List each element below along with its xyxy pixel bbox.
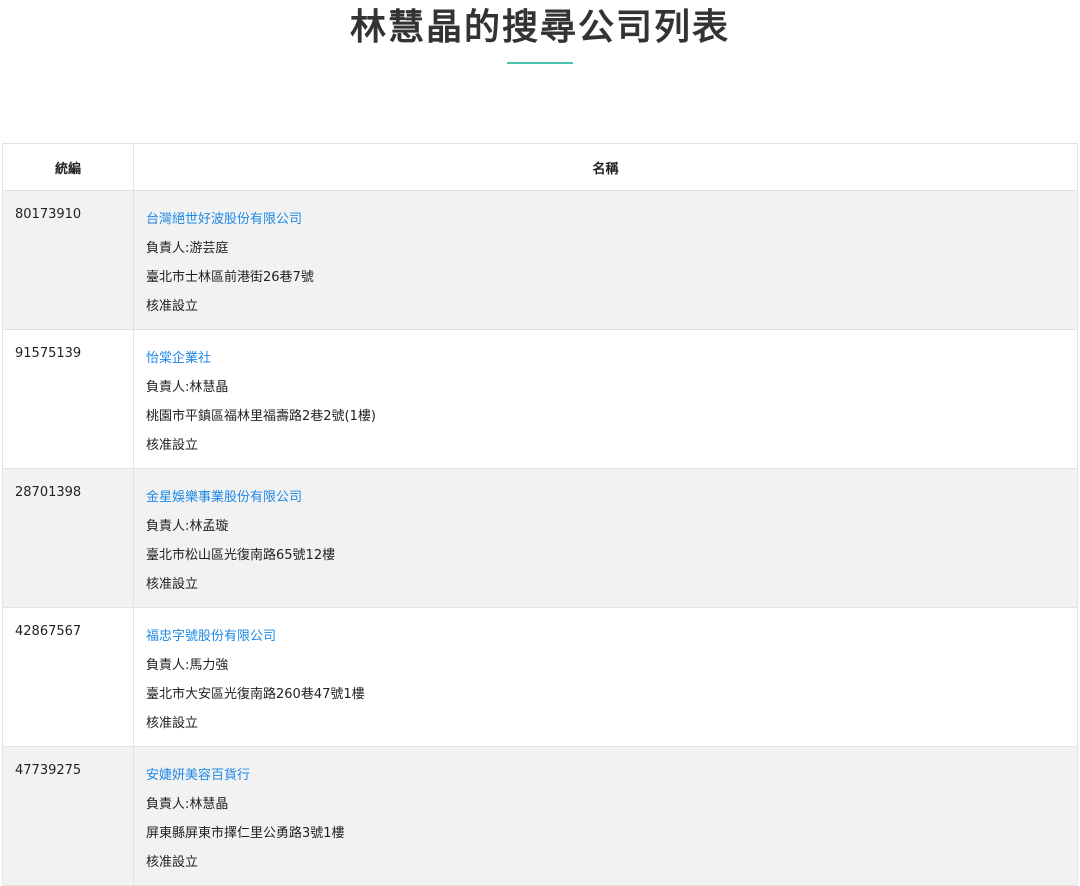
- company-name-link[interactable]: 安婕妍美容百貨行: [146, 767, 1065, 785]
- tax-id-cell: 91575139: [2, 329, 134, 469]
- company-table-container: 統編 名稱 80173910 台灣絕世好波股份有限公司 負責人:游芸庭 臺北市士…: [2, 143, 1078, 886]
- responsible-person: 負責人:林慧晶: [146, 797, 229, 812]
- tax-id-cell: 42867567: [2, 607, 134, 747]
- tax-id: 28701398: [15, 485, 82, 500]
- company-cell: 福忠字號股份有限公司 負責人:馬力強 臺北市大安區光復南路260巷47號1樓 核…: [133, 607, 1078, 747]
- company-cell: 安婕妍美容百貨行 負責人:林慧晶 屏東縣屏東市擇仁里公勇路3號1樓 核准設立: [133, 746, 1078, 886]
- company-table: 統編 名稱 80173910 台灣絕世好波股份有限公司 負責人:游芸庭 臺北市士…: [2, 143, 1078, 886]
- tax-id: 47739275: [15, 763, 82, 778]
- company-address: 屏東縣屏東市擇仁里公勇路3號1樓: [146, 826, 345, 841]
- company-status: 核准設立: [146, 299, 199, 314]
- company-status: 核准設立: [146, 855, 199, 870]
- company-status: 核准設立: [146, 577, 199, 592]
- table-row: 80173910 台灣絕世好波股份有限公司 負責人:游芸庭 臺北市士林區前港街2…: [2, 190, 1078, 330]
- tax-id: 80173910: [15, 207, 82, 222]
- responsible-person: 負責人:林孟璇: [146, 519, 229, 534]
- table-header-row: 統編 名稱: [2, 143, 1078, 191]
- header-tax-id: 統編: [2, 143, 134, 191]
- table-row: 47739275 安婕妍美容百貨行 負責人:林慧晶 屏東縣屏東市擇仁里公勇路3號…: [2, 746, 1078, 886]
- responsible-person: 負責人:游芸庭: [146, 241, 229, 256]
- company-cell: 台灣絕世好波股份有限公司 負責人:游芸庭 臺北市士林區前港街26巷7號 核准設立: [133, 190, 1078, 330]
- company-address: 臺北市松山區光復南路65號12樓: [146, 548, 336, 563]
- tax-id-cell: 80173910: [2, 190, 134, 330]
- company-cell: 怡棠企業社 負責人:林慧晶 桃園市平鎮區福林里福壽路2巷2號(1樓) 核准設立: [133, 329, 1078, 469]
- company-name-link[interactable]: 金星娛樂事業股份有限公司: [146, 489, 1065, 507]
- company-address: 臺北市士林區前港街26巷7號: [146, 270, 314, 285]
- company-address: 桃園市平鎮區福林里福壽路2巷2號(1樓): [146, 409, 376, 424]
- table-row: 28701398 金星娛樂事業股份有限公司 負責人:林孟璇 臺北市松山區光復南路…: [2, 468, 1078, 608]
- responsible-person: 負責人:林慧晶: [146, 380, 229, 395]
- company-name-link[interactable]: 台灣絕世好波股份有限公司: [146, 211, 1065, 229]
- company-address: 臺北市大安區光復南路260巷47號1樓: [146, 687, 365, 702]
- tax-id: 42867567: [15, 624, 82, 639]
- header-name: 名稱: [133, 143, 1078, 191]
- tax-id-cell: 47739275: [2, 746, 134, 886]
- title-underline: [507, 62, 573, 64]
- company-name-link[interactable]: 福忠字號股份有限公司: [146, 628, 1065, 646]
- table-row: 42867567 福忠字號股份有限公司 負責人:馬力強 臺北市大安區光復南路26…: [2, 607, 1078, 747]
- table-row: 91575139 怡棠企業社 負責人:林慧晶 桃園市平鎮區福林里福壽路2巷2號(…: [2, 329, 1078, 469]
- tax-id: 91575139: [15, 346, 82, 361]
- responsible-person: 負責人:馬力強: [146, 658, 229, 673]
- company-status: 核准設立: [146, 438, 199, 453]
- company-name-link[interactable]: 怡棠企業社: [146, 350, 1065, 368]
- page-header: 林慧晶的搜尋公司列表: [0, 0, 1080, 64]
- company-cell: 金星娛樂事業股份有限公司 負責人:林孟璇 臺北市松山區光復南路65號12樓 核准…: [133, 468, 1078, 608]
- company-status: 核准設立: [146, 716, 199, 731]
- page-title: 林慧晶的搜尋公司列表: [349, 7, 730, 48]
- tax-id-cell: 28701398: [2, 468, 134, 608]
